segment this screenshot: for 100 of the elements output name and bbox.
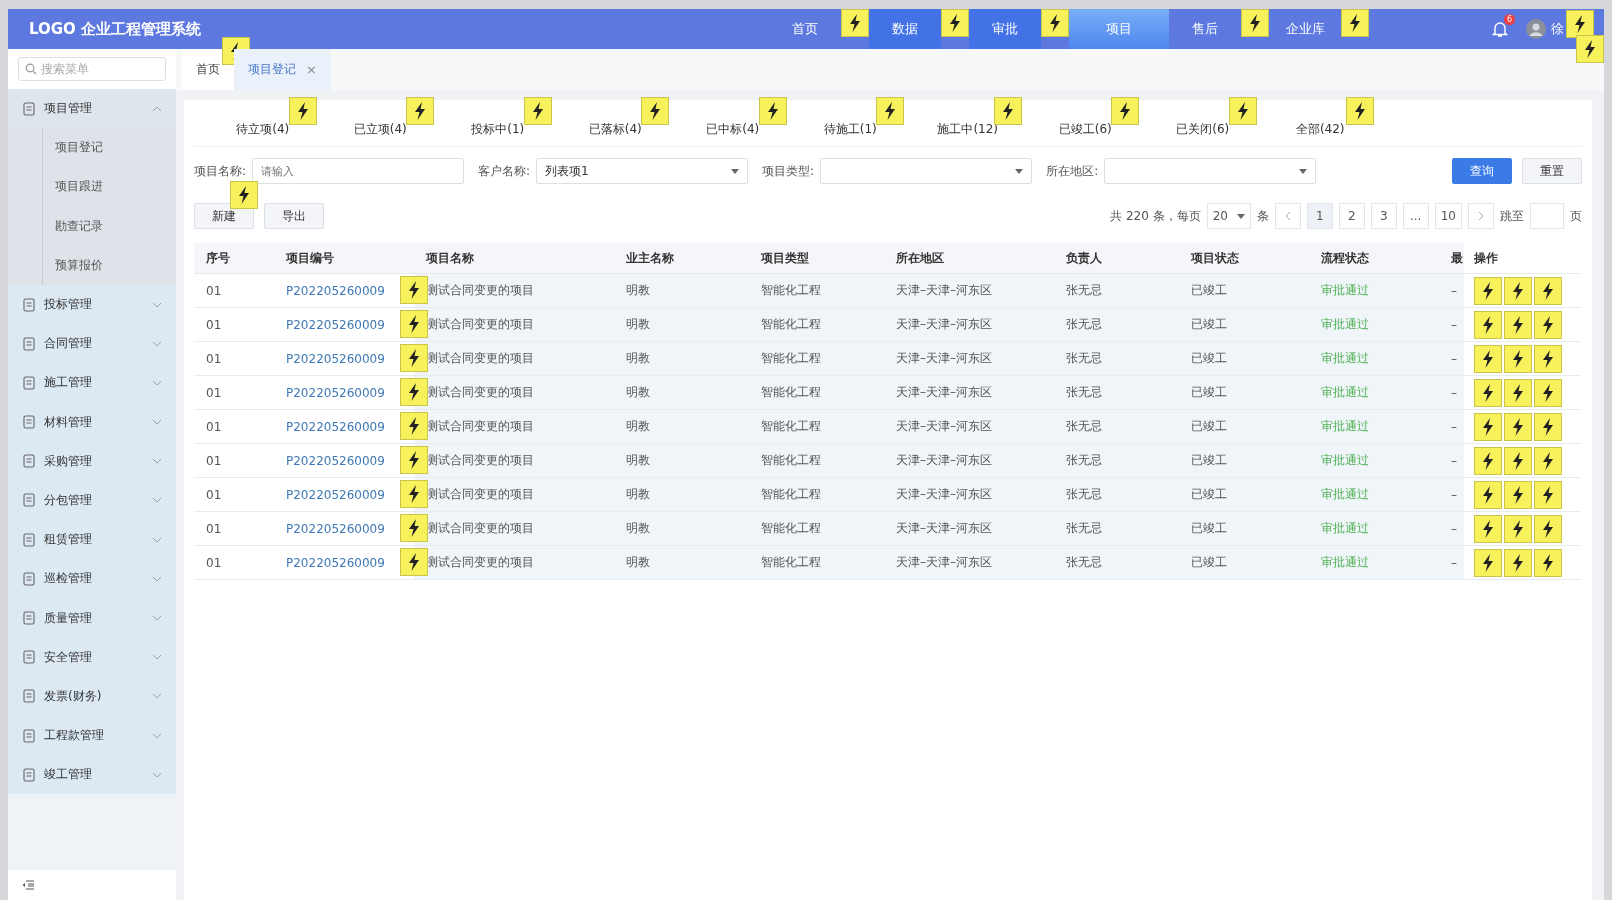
project-number-link[interactable]: P202205260009	[286, 521, 385, 536]
lightning-icon	[641, 97, 669, 125]
table-cell: 张无忌	[1066, 316, 1102, 333]
table-cell: 01	[206, 487, 222, 502]
column-header: 项目编号	[274, 243, 414, 274]
menu-item[interactable]: 项目管理	[8, 89, 176, 129]
status-tab[interactable]: 已关闭(6)	[1176, 121, 1230, 146]
document-icon	[22, 415, 36, 430]
user-name[interactable]: 徐	[1551, 20, 1564, 38]
lightning-icon	[993, 97, 1022, 125]
status-tab[interactable]: 待施工(1)	[823, 121, 877, 146]
nav-item[interactable]: 售后	[1169, 9, 1241, 49]
page-tab[interactable]: 首页	[182, 49, 234, 90]
lightning-icon	[1474, 480, 1502, 509]
lightning-icon	[400, 276, 428, 304]
toolbar-button[interactable]: 导出	[264, 203, 324, 229]
menu-item[interactable]: 材料管理	[8, 402, 176, 442]
status-tab[interactable]: 已落标(4)	[588, 121, 642, 146]
table-cell: 审批通过	[1321, 384, 1369, 401]
search-button[interactable]: 查询	[1452, 158, 1512, 184]
project-number-link[interactable]: P202205260009	[286, 385, 385, 400]
column-header: 项目状态	[1179, 243, 1309, 274]
chevron-right-icon	[1478, 211, 1484, 221]
menu-item[interactable]: 竣工管理	[8, 755, 176, 795]
lightning-icon	[1504, 344, 1532, 373]
menu-item[interactable]: 采购管理	[8, 441, 176, 481]
project-number-link[interactable]: P202205260009	[286, 555, 385, 570]
project-number-link[interactable]: P202205260009	[286, 317, 385, 332]
lightning-icon	[1576, 35, 1604, 63]
menu-item[interactable]: 质量管理	[8, 598, 176, 638]
project-number-link[interactable]: P202205260009	[286, 283, 385, 298]
project-number-link[interactable]: P202205260009	[286, 351, 385, 366]
table-cell: 01	[206, 317, 222, 332]
page-tab[interactable]: 项目登记 ×	[234, 49, 331, 90]
page-size-select[interactable]: 20	[1206, 203, 1251, 229]
project-number-link[interactable]: P202205260009	[286, 487, 385, 502]
table-cell: –	[1451, 317, 1457, 332]
table-cell: 张无忌	[1066, 384, 1102, 401]
lightning-icon	[1534, 378, 1562, 407]
menu-item[interactable]: 租赁管理	[8, 520, 176, 560]
menu-item[interactable]: 合同管理	[8, 324, 176, 364]
text-field[interactable]: 请输入	[252, 158, 465, 184]
lightning-icon	[1534, 412, 1562, 441]
column-header: 流程状态	[1309, 243, 1439, 274]
page-button[interactable]: 2	[1338, 203, 1365, 229]
reset-button[interactable]: 重置	[1522, 158, 1582, 184]
document-icon	[22, 454, 36, 469]
status-tab[interactable]: 全部(42)	[1295, 121, 1345, 146]
menu-item[interactable]: 安全管理	[8, 637, 176, 677]
status-tab[interactable]: 投标中(1)	[471, 121, 525, 146]
caret-icon	[1015, 168, 1024, 174]
project-number-link[interactable]: P202205260009	[286, 453, 385, 468]
select-field[interactable]: 列表项1	[536, 158, 749, 184]
nav-item[interactable]: 首页	[769, 9, 841, 49]
select-field[interactable]	[1104, 158, 1317, 184]
project-number-link[interactable]: P202205260009	[286, 419, 385, 434]
lightning-icon	[1504, 548, 1532, 577]
page-button[interactable]: 10	[1434, 203, 1462, 229]
table-cell: 智能化工程	[761, 384, 821, 401]
lightning-icon	[230, 181, 258, 209]
status-tab[interactable]: 已中标(4)	[706, 121, 760, 146]
page-button[interactable]: ...	[1402, 203, 1429, 229]
select-field[interactable]	[820, 158, 1033, 184]
nav-item[interactable]: 企业库	[1269, 9, 1341, 49]
status-tab[interactable]: 已竣工(6)	[1058, 121, 1112, 146]
menu-item[interactable]: 发票(财务)	[8, 676, 176, 716]
status-tab[interactable]: 待立项(4)	[236, 121, 290, 146]
page-button[interactable]: 3	[1370, 203, 1397, 229]
chevron-down-icon	[152, 575, 162, 582]
toolbar-button[interactable]: 新建	[194, 203, 254, 229]
status-tab[interactable]: 施工中(12)	[937, 121, 999, 146]
table-cell: 01	[206, 283, 222, 298]
table-cell: 张无忌	[1066, 554, 1102, 571]
table-cell: 智能化工程	[761, 452, 821, 469]
lightning-icon	[400, 446, 428, 474]
lightning-icon	[758, 97, 787, 125]
search-field[interactable]: 搜索菜单	[18, 57, 166, 81]
page-jump-field[interactable]	[1530, 203, 1564, 229]
lightning-icon	[1474, 276, 1502, 305]
app-logo: LOGO 企业工程管理系统	[29, 19, 203, 39]
page-button[interactable]: 1	[1306, 203, 1333, 229]
document-icon	[22, 571, 36, 586]
next-page-button[interactable]	[1468, 203, 1494, 229]
chevron-down-icon	[152, 615, 162, 622]
menu-item[interactable]: 巡检管理	[8, 559, 176, 599]
lightning-icon	[1534, 446, 1562, 475]
menu-item[interactable]: 施工管理	[8, 363, 176, 403]
nav-item[interactable]: 审批	[969, 9, 1041, 49]
menu-item[interactable]: 投标管理	[8, 284, 176, 325]
document-icon	[22, 493, 36, 508]
menu-item[interactable]: 分包管理	[8, 480, 176, 521]
lightning-icon	[1346, 97, 1374, 125]
status-tab[interactable]: 已立项(4)	[353, 121, 407, 146]
nav-item[interactable]: 数据	[869, 9, 941, 49]
prev-page-button[interactable]	[1274, 203, 1301, 229]
lightning-icon	[288, 97, 317, 125]
menu-item[interactable]: 工程款管理	[8, 716, 176, 756]
table-cell: 明教	[626, 384, 650, 401]
chevron-down-icon	[152, 301, 162, 308]
column-header: 负责人	[1054, 243, 1179, 274]
